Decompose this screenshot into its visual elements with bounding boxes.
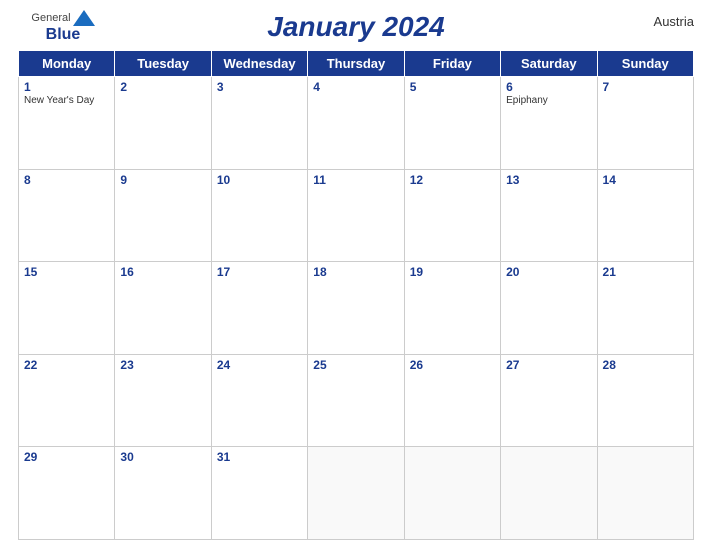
day-cell: 27 xyxy=(501,354,597,447)
day-cell: 22 xyxy=(19,354,115,447)
week-row-3: 15 16 17 18 19 20 21 xyxy=(19,262,694,355)
day-number: 5 xyxy=(410,80,495,94)
day-cell: 23 xyxy=(115,354,211,447)
day-number: 21 xyxy=(603,265,688,279)
logo-bird-icon xyxy=(73,10,95,26)
day-cell: 14 xyxy=(597,169,693,262)
week-row-4: 22 23 24 25 26 27 28 xyxy=(19,354,694,447)
day-number: 4 xyxy=(313,80,398,94)
calendar-table: Monday Tuesday Wednesday Thursday Friday… xyxy=(18,50,694,540)
day-number: 30 xyxy=(120,450,205,464)
col-saturday: Saturday xyxy=(501,51,597,77)
day-cell: 16 xyxy=(115,262,211,355)
holiday-label: New Year's Day xyxy=(24,95,109,106)
day-cell: 4 xyxy=(308,77,404,170)
day-number: 29 xyxy=(24,450,109,464)
title-area: January 2024 xyxy=(108,11,604,43)
day-number: 11 xyxy=(313,173,398,187)
day-number: 25 xyxy=(313,358,398,372)
day-number: 27 xyxy=(506,358,591,372)
day-number: 31 xyxy=(217,450,302,464)
day-number: 14 xyxy=(603,173,688,187)
week-row-5: 29 30 31 xyxy=(19,447,694,540)
day-cell: 19 xyxy=(404,262,500,355)
week-row-2: 89 10 11 12 13 14 xyxy=(19,169,694,262)
day-cell: 17 xyxy=(211,262,307,355)
day-cell: 6Epiphany xyxy=(501,77,597,170)
day-number: 22 xyxy=(24,358,109,372)
day-cell: 3 xyxy=(211,77,307,170)
day-cell xyxy=(597,447,693,540)
calendar-body: 1New Year's Day23456Epiphany789101112131… xyxy=(19,77,694,540)
day-cell: 11 xyxy=(308,169,404,262)
day-number: 12 xyxy=(410,173,495,187)
day-cell: 9 xyxy=(115,169,211,262)
day-cell: 2 xyxy=(115,77,211,170)
day-number: 1 xyxy=(24,80,109,94)
day-cell: 7 xyxy=(597,77,693,170)
day-number: 16 xyxy=(120,265,205,279)
day-number: 17 xyxy=(217,265,302,279)
day-cell: 1New Year's Day xyxy=(19,77,115,170)
day-cell: 25 xyxy=(308,354,404,447)
day-number: 24 xyxy=(217,358,302,372)
country-label: Austria xyxy=(604,10,694,29)
col-tuesday: Tuesday xyxy=(115,51,211,77)
day-cell xyxy=(404,447,500,540)
calendar-title: January 2024 xyxy=(267,11,444,42)
day-cell: 10 xyxy=(211,169,307,262)
day-number: 23 xyxy=(120,358,205,372)
day-cell: 18 xyxy=(308,262,404,355)
day-number: 13 xyxy=(506,173,591,187)
days-of-week-row: Monday Tuesday Wednesday Thursday Friday… xyxy=(19,51,694,77)
day-cell xyxy=(501,447,597,540)
col-monday: Monday xyxy=(19,51,115,77)
day-number: 26 xyxy=(410,358,495,372)
holiday-label: Epiphany xyxy=(506,95,591,106)
day-number: 8 xyxy=(24,173,109,187)
day-cell: 28 xyxy=(597,354,693,447)
day-cell: 5 xyxy=(404,77,500,170)
day-cell: 30 xyxy=(115,447,211,540)
day-number: 20 xyxy=(506,265,591,279)
day-cell: 21 xyxy=(597,262,693,355)
day-number: 9 xyxy=(120,173,205,187)
day-cell xyxy=(308,447,404,540)
day-number: 15 xyxy=(24,265,109,279)
week-row-1: 1New Year's Day23456Epiphany7 xyxy=(19,77,694,170)
day-number: 3 xyxy=(217,80,302,94)
col-sunday: Sunday xyxy=(597,51,693,77)
day-number: 6 xyxy=(506,80,591,94)
day-cell: 8 xyxy=(19,169,115,262)
day-number: 2 xyxy=(120,80,205,94)
calendar-header: General Blue January 2024 Austria xyxy=(18,10,694,44)
day-cell: 13 xyxy=(501,169,597,262)
logo: General Blue xyxy=(18,10,108,44)
col-thursday: Thursday xyxy=(308,51,404,77)
day-number: 19 xyxy=(410,265,495,279)
day-cell: 24 xyxy=(211,354,307,447)
logo-general-text: General xyxy=(31,12,70,24)
day-cell: 26 xyxy=(404,354,500,447)
day-cell: 29 xyxy=(19,447,115,540)
day-cell: 31 xyxy=(211,447,307,540)
day-cell: 12 xyxy=(404,169,500,262)
col-wednesday: Wednesday xyxy=(211,51,307,77)
day-cell: 15 xyxy=(19,262,115,355)
day-cell: 20 xyxy=(501,262,597,355)
logo-blue-text: Blue xyxy=(46,26,81,44)
day-number: 7 xyxy=(603,80,688,94)
day-number: 28 xyxy=(603,358,688,372)
day-number: 18 xyxy=(313,265,398,279)
col-friday: Friday xyxy=(404,51,500,77)
calendar-page: General Blue January 2024 Austria Monday… xyxy=(0,0,712,550)
day-number: 10 xyxy=(217,173,302,187)
